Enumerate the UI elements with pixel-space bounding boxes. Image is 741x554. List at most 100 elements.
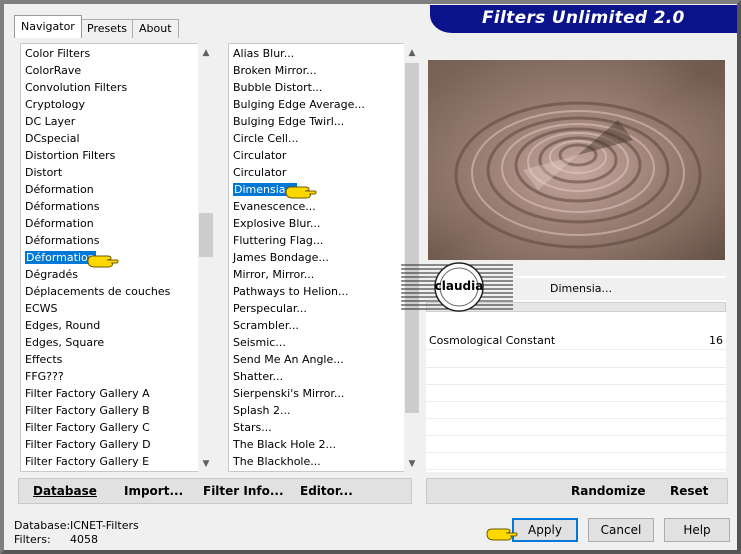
category-item-label: DCspecial bbox=[25, 132, 80, 145]
category-item-label: Filter Factory Gallery E bbox=[25, 455, 150, 468]
filter-item[interactable]: Twister... bbox=[229, 470, 405, 471]
filter-scroll-thumb[interactable] bbox=[405, 63, 419, 413]
category-item[interactable]: Déformations bbox=[21, 198, 199, 215]
category-item[interactable]: ECWS bbox=[21, 300, 199, 317]
category-item[interactable]: Filter Factory Gallery F bbox=[21, 470, 199, 471]
filter-list[interactable]: Alias Blur... Broken Mirror... Bubble Dist… bbox=[228, 43, 405, 472]
category-item[interactable]: DCspecial bbox=[21, 130, 199, 147]
filter-item-label: Bubble Distort... bbox=[233, 81, 323, 94]
empty-parameter-row bbox=[426, 453, 726, 470]
category-item[interactable]: Filter Factory Gallery C bbox=[21, 419, 199, 436]
category-item-label: Distortion Filters bbox=[25, 149, 116, 162]
empty-parameter-row bbox=[426, 419, 726, 436]
filter-name-label: Dimensia... bbox=[550, 282, 612, 295]
category-item[interactable]: Distort bbox=[21, 164, 199, 181]
filter-item[interactable]: Sierpenski's Mirror... bbox=[229, 385, 405, 402]
tab-presets[interactable]: Presets bbox=[80, 19, 135, 38]
filter-item[interactable]: Bulging Edge Average... bbox=[229, 96, 405, 113]
filter-item[interactable]: Seismic... bbox=[229, 334, 405, 351]
filter-item[interactable]: Pathways to Helion... bbox=[229, 283, 405, 300]
category-item[interactable]: Convolution Filters bbox=[21, 79, 199, 96]
filter-item-label: Bulging Edge Twirl... bbox=[233, 115, 345, 128]
filter-item-label: Explosive Blur... bbox=[233, 217, 321, 230]
category-item-label: Dégradés bbox=[25, 268, 78, 281]
reset-button[interactable]: Reset bbox=[670, 479, 708, 503]
filters-status-value: 4058 bbox=[70, 533, 98, 546]
category-item[interactable]: Filter Factory Gallery D bbox=[21, 436, 199, 453]
category-item[interactable]: FFG??? bbox=[21, 368, 199, 385]
filter-item[interactable]: Circulator bbox=[229, 147, 405, 164]
category-item[interactable]: ColorRave bbox=[21, 62, 199, 79]
filter-item[interactable]: Alias Blur... bbox=[229, 45, 405, 62]
filter-item[interactable]: Fluttering Flag... bbox=[229, 232, 405, 249]
category-item-label: Déformation bbox=[25, 217, 94, 230]
empty-parameter-row bbox=[426, 351, 726, 368]
category-item[interactable]: Edges, Square bbox=[21, 334, 199, 351]
database-status-label: Database: bbox=[14, 519, 71, 532]
category-item[interactable]: Déformation bbox=[21, 181, 199, 198]
database-button[interactable]: Database bbox=[33, 479, 97, 503]
filter-item-label: Perspecular... bbox=[233, 302, 307, 315]
filter-item[interactable]: Evanescence... bbox=[229, 198, 405, 215]
filter-item-label: The Blackhole... bbox=[233, 455, 321, 468]
filter-item[interactable]: Broken Mirror... bbox=[229, 62, 405, 79]
category-item[interactable]: Color Filters bbox=[21, 45, 199, 62]
filter-item-label: Bulging Edge Average... bbox=[233, 98, 365, 111]
category-scrollbar[interactable]: ▲ ▼ bbox=[198, 43, 214, 472]
category-item[interactable]: Déplacements de couches bbox=[21, 283, 199, 300]
category-item-label: ECWS bbox=[25, 302, 58, 315]
category-item[interactable]: Déformation bbox=[21, 215, 199, 232]
filter-item[interactable]: Stars... bbox=[229, 419, 405, 436]
category-item-label: Filter Factory Gallery D bbox=[25, 438, 151, 451]
category-item[interactable]: Effects bbox=[21, 351, 199, 368]
category-item[interactable]: Filter Factory Gallery E bbox=[21, 453, 199, 470]
filter-item[interactable]: Send Me An Angle... bbox=[229, 351, 405, 368]
filter-item-label: Splash 2... bbox=[233, 404, 291, 417]
apply-button[interactable]: Apply bbox=[512, 518, 578, 542]
import-button[interactable]: Import... bbox=[124, 479, 183, 503]
filter-item[interactable]: The Blackhole... bbox=[229, 453, 405, 470]
filter-item[interactable]: Bulging Edge Twirl... bbox=[229, 113, 405, 130]
category-item[interactable]: Filter Factory Gallery B bbox=[21, 402, 199, 419]
category-item[interactable]: Déformations bbox=[21, 232, 199, 249]
scroll-up-icon[interactable]: ▲ bbox=[198, 45, 214, 61]
category-item[interactable]: Edges, Round bbox=[21, 317, 199, 334]
status-filters: Filters: 4058 bbox=[14, 533, 98, 546]
filter-scrollbar[interactable]: ▲ ▼ bbox=[404, 43, 420, 472]
filter-item-label: Mirror, Mirror... bbox=[233, 268, 315, 281]
filter-item[interactable]: Perspecular... bbox=[229, 300, 405, 317]
tab-navigator[interactable]: Navigator bbox=[14, 15, 82, 38]
category-scroll-thumb[interactable] bbox=[199, 213, 213, 257]
category-item[interactable]: Distortion Filters bbox=[21, 147, 199, 164]
category-item-label: Filter Factory Gallery A bbox=[25, 387, 150, 400]
filter-item[interactable]: Explosive Blur... bbox=[229, 215, 405, 232]
filter-info-button[interactable]: Filter Info... bbox=[203, 479, 284, 503]
help-button[interactable]: Help bbox=[664, 518, 730, 542]
filter-item[interactable]: Circulator bbox=[229, 164, 405, 181]
filter-item[interactable]: Scrambler... bbox=[229, 317, 405, 334]
filter-item[interactable]: Dimensia... bbox=[229, 181, 405, 198]
scroll-down-icon[interactable]: ▼ bbox=[198, 456, 214, 472]
filter-item[interactable]: Bubble Distort... bbox=[229, 79, 405, 96]
filter-item[interactable]: Circle Cell... bbox=[229, 130, 405, 147]
filter-item[interactable]: Splash 2... bbox=[229, 402, 405, 419]
filter-item[interactable]: James Bondage... bbox=[229, 249, 405, 266]
filter-item-label: Send Me An Angle... bbox=[233, 353, 344, 366]
category-item-label: Déformation bbox=[25, 183, 94, 196]
editor-button[interactable]: Editor... bbox=[300, 479, 353, 503]
cancel-button[interactable]: Cancel bbox=[588, 518, 654, 542]
category-item[interactable]: Filter Factory Gallery A bbox=[21, 385, 199, 402]
randomize-button[interactable]: Randomize bbox=[571, 479, 645, 503]
filter-item[interactable]: The Black Hole 2... bbox=[229, 436, 405, 453]
filter-item[interactable]: Mirror, Mirror... bbox=[229, 266, 405, 283]
scroll-up-icon[interactable]: ▲ bbox=[404, 45, 420, 61]
database-status-value: ICNET-Filters bbox=[70, 519, 139, 532]
parameter-row[interactable]: Cosmological Constant 16 bbox=[426, 333, 726, 350]
category-item[interactable]: DC Layer bbox=[21, 113, 199, 130]
scroll-down-icon[interactable]: ▼ bbox=[404, 456, 420, 472]
category-item[interactable]: Cryptology bbox=[21, 96, 199, 113]
filter-preview-image bbox=[428, 60, 725, 260]
filter-item[interactable]: Shatter... bbox=[229, 368, 405, 385]
category-item-label: Déformation bbox=[25, 251, 96, 264]
tab-about[interactable]: About bbox=[132, 19, 179, 38]
